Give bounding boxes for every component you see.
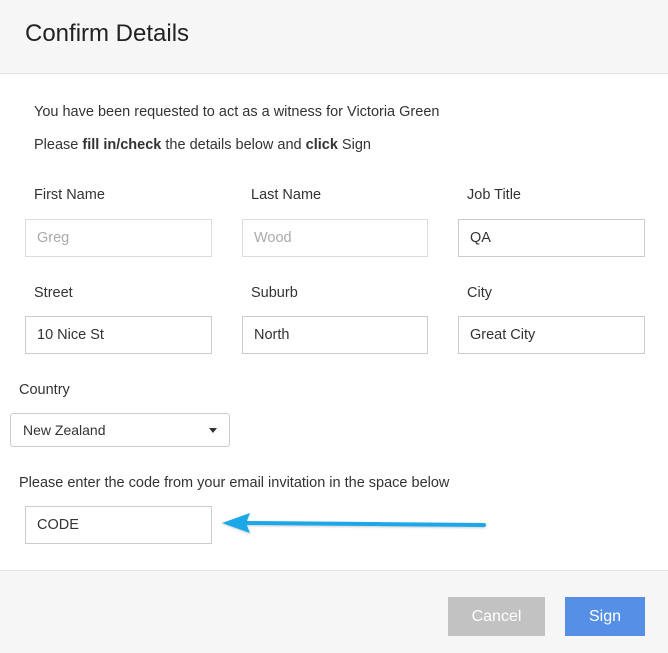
- instruction-part: the details below and: [161, 137, 306, 153]
- code-instruction: Please enter the code from your email in…: [19, 475, 450, 491]
- suburb-field[interactable]: [242, 316, 428, 354]
- sign-button[interactable]: Sign: [565, 597, 645, 636]
- job-title-label: Job Title: [467, 187, 521, 203]
- first-name-label: First Name: [34, 187, 105, 203]
- city-label: City: [467, 285, 492, 301]
- dialog-title: Confirm Details: [25, 20, 190, 47]
- instruction-part: Sign: [337, 137, 371, 153]
- arrow-pointer-icon: [222, 513, 486, 533]
- country-label: Country: [19, 382, 70, 398]
- country-selected-value: New Zealand: [23, 422, 106, 438]
- cancel-button[interactable]: Cancel: [448, 597, 545, 636]
- dialog-header: Confirm Details: [0, 0, 668, 74]
- instruction-part: Please: [34, 137, 83, 153]
- caret-down-icon: [209, 428, 217, 433]
- last-name-label: Last Name: [251, 187, 322, 203]
- city-field[interactable]: [458, 316, 645, 354]
- street-field[interactable]: [25, 316, 212, 354]
- first-name-field: [25, 219, 212, 257]
- code-field[interactable]: [25, 506, 212, 544]
- instruction-text: Please fill in/check the details below a…: [34, 137, 371, 153]
- instruction-bold-fill: fill in/check: [82, 137, 162, 153]
- suburb-label: Suburb: [251, 285, 298, 301]
- dialog-footer: Cancel Sign: [0, 570, 668, 653]
- intro-text: You have been requested to act as a witn…: [34, 104, 440, 120]
- instruction-bold-click: click: [305, 137, 338, 153]
- job-title-field[interactable]: [458, 219, 645, 257]
- street-label: Street: [34, 285, 73, 301]
- last-name-field: [242, 219, 428, 257]
- country-select[interactable]: New Zealand: [10, 413, 230, 447]
